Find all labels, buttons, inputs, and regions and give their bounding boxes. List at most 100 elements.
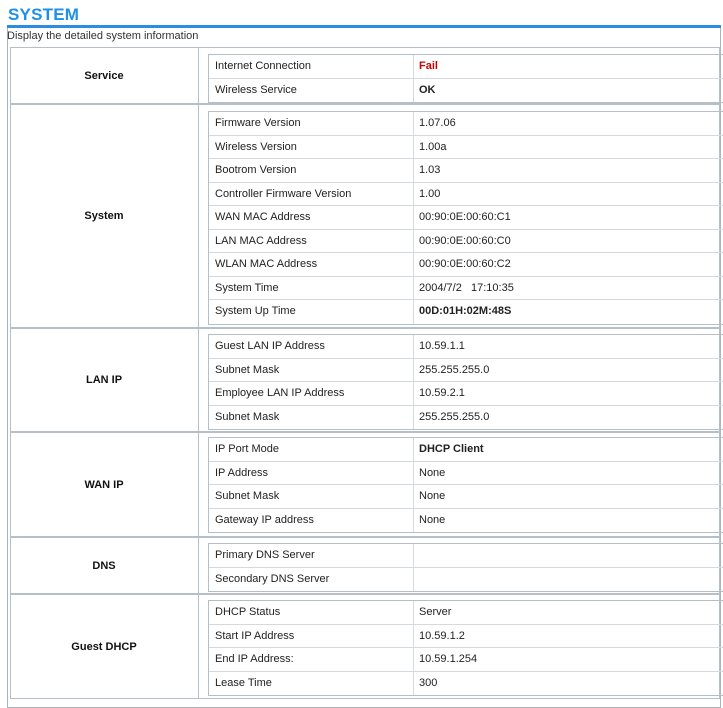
section-service: Service Internet Connection Fail Wireles… [10,47,723,104]
row-label: End IP Address: [209,648,414,671]
section-system: System Firmware Version 1.07.06 Wireless … [10,104,723,328]
row-value: 00:90:0E:00:60:C1 [419,211,511,223]
row-label: Subnet Mask [209,485,414,508]
table-row: Firmware Version 1.07.06 [209,112,723,136]
section-label: Guest DHCP [71,640,137,653]
table-row: Secondary DNS Server [209,567,723,592]
row-label: Lease Time [209,671,414,695]
section-label: LAN IP [85,374,123,386]
row-value: 00:90:0E:00:60:C0 [419,234,511,247]
internet-status-value: Fail [419,60,438,72]
row-value: 10.59.1.2 [419,629,465,642]
info-table: Internet Connection Fail Wireless Servic… [208,54,723,103]
row-value: 1.03 [419,164,441,176]
port-mode-value: DHCP Client [419,443,484,455]
row-label: Employee LAN IP Address [209,382,414,405]
row-value: 300 [419,676,438,689]
section-lan-ip: LAN IP Guest LAN IP Address 10.59.1.1 Sub… [10,328,723,432]
row-label: Gateway IP address [209,508,414,532]
table-row: IP Port Mode DHCP Client [209,438,723,462]
row-label: Wireless Version [209,135,414,158]
row-value: 2004/7/2 17:10:35 [419,281,514,294]
table-row: Guest LAN IP Address 10.59.1.1 [209,335,723,359]
row-label: Firmware Version [209,112,414,135]
table-row: WLAN MAC Address 00:90:0E:00:60:C2 [209,253,723,277]
row-label: WLAN MAC Address [209,253,414,276]
row-value [414,568,723,592]
row-value: 1.00 [419,187,441,200]
row-label: Start IP Address [209,624,414,647]
table-row: System Time 2004/7/2 17:10:35 [209,276,723,300]
table-row: Start IP Address 10.59.1.2 [209,624,723,648]
divider [198,48,199,103]
table-row: Primary DNS Server [209,544,723,568]
table-row: WAN MAC Address 00:90:0E:00:60:C1 [209,206,723,230]
table-row: System Up Time 00D:01H:02M:48S [209,300,723,324]
wireless-status-value: OK [419,83,436,96]
section-label: Service [84,69,124,82]
row-label: Bootrom Version [209,159,414,182]
row-value: 10.59.2.1 [419,387,465,399]
divider [198,329,199,431]
table-row: Wireless Service OK [209,78,723,102]
row-value: 00:90:0E:00:60:C2 [419,258,511,270]
table-row: Lease Time 300 [209,671,723,695]
row-value: 255.255.255.0 [419,410,490,423]
row-value: 255.255.255.0 [419,363,490,376]
row-value: Server [419,606,452,618]
row-label: Subnet Mask [209,405,414,429]
row-label: System Time [209,276,414,299]
uptime-value: 00D:01H:02M:48S [419,305,512,317]
table-row: Subnet Mask 255.255.255.0 [209,405,723,429]
row-label: Controller Firmware Version [209,182,414,205]
section-label: System [84,210,124,222]
info-table: Primary DNS Server Secondary DNS Server [208,543,723,592]
row-label: DHCP Status [209,601,414,624]
row-value: None [419,490,446,502]
section-label: DNS [92,559,116,572]
row-value: None [419,466,446,479]
table-row: Employee LAN IP Address 10.59.2.1 [209,382,723,406]
section-guest-dhcp: Guest DHCP DHCP Status Server Start IP Ad… [10,594,723,699]
table-row: Subnet Mask 255.255.255.0 [209,358,723,382]
row-label: IP Address [209,461,414,484]
row-value: 1.07.06 [419,117,456,129]
table-row: Bootrom Version 1.03 [209,159,723,183]
section-dns: DNS Primary DNS Server Secondary DNS Ser… [10,537,723,594]
page-description: Display the detailed system information [7,30,199,42]
info-table: Guest LAN IP Address 10.59.1.1 Subnet Mas… [208,334,723,430]
page-title: SYSTEM [8,5,80,24]
table-row: IP Address None [209,461,723,485]
row-label: WAN MAC Address [209,206,414,229]
table-row: Controller Firmware Version 1.00 [209,182,723,206]
row-value: 10.59.1.1 [419,340,465,352]
table-row: Gateway IP address None [209,508,723,532]
row-label: Wireless Service [209,78,414,102]
row-value: None [419,513,446,526]
row-label: IP Port Mode [209,438,414,461]
row-label: Primary DNS Server [209,544,414,567]
divider [198,595,199,698]
table-row: Subnet Mask None [209,485,723,509]
section-wan-ip: WAN IP IP Port Mode DHCP Client IP Addres… [10,432,723,537]
table-row: End IP Address: 10.59.1.254 [209,648,723,672]
divider [198,105,199,327]
info-table: DHCP Status Server Start IP Address 10.59.… [208,600,723,696]
row-value [414,544,723,567]
table-row: Wireless Version 1.00a [209,135,723,159]
divider [198,538,199,593]
row-label: Subnet Mask [209,358,414,381]
section-label: WAN IP [84,478,124,491]
row-label: LAN MAC Address [209,229,414,252]
table-row: Internet Connection Fail [209,55,723,79]
row-label: Guest LAN IP Address [209,335,414,358]
divider [198,433,199,536]
row-value: 1.00a [419,140,447,153]
info-table: IP Port Mode DHCP Client IP Address None S… [208,437,723,533]
info-table: Firmware Version 1.07.06 Wireless Version… [208,111,723,325]
table-row: DHCP Status Server [209,601,723,625]
table-row: LAN MAC Address 00:90:0E:00:60:C0 [209,229,723,253]
row-label: Internet Connection [209,55,414,78]
row-value: 10.59.1.254 [419,653,478,665]
row-label: System Up Time [209,300,414,324]
